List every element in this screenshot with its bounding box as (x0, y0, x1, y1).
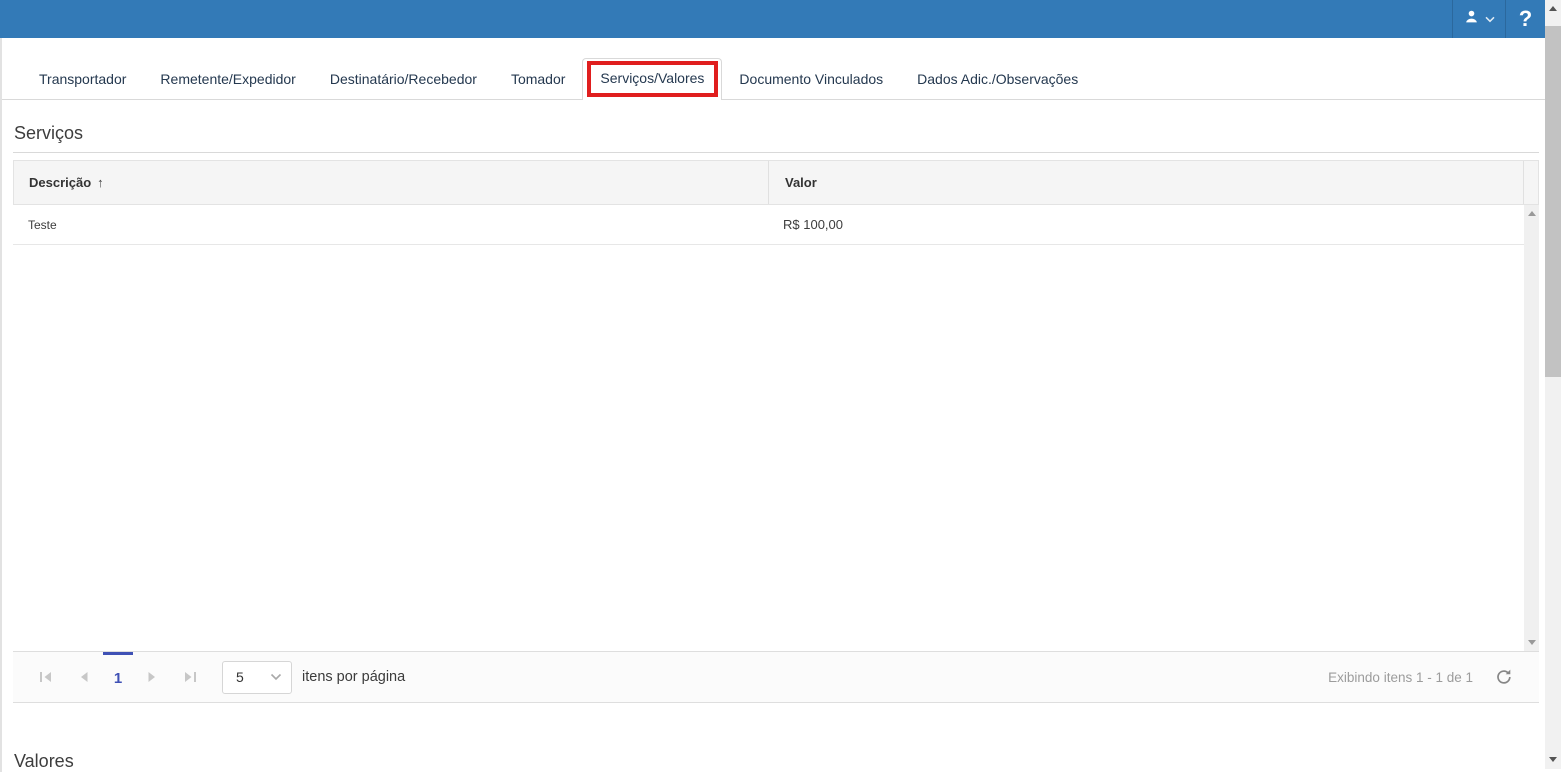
user-menu[interactable] (1452, 0, 1505, 38)
scroll-up-icon[interactable] (1528, 211, 1536, 216)
tab-remetente-expedidor[interactable]: Remetente/Expedidor (143, 60, 312, 99)
grid-header: Descrição ↑ Valor (13, 160, 1539, 205)
page-size-value: 5 (236, 669, 244, 685)
tab-destinatario-recebedor[interactable]: Destinatário/Recebedor (313, 60, 494, 99)
page-scrollbar[interactable] (1545, 0, 1561, 769)
next-page-button[interactable] (133, 652, 171, 702)
page-number-button[interactable]: 1 (103, 652, 133, 702)
refresh-icon (1495, 668, 1513, 686)
grid-body: Teste R$ 100,00 (13, 205, 1539, 651)
cell-valor: R$ 100,00 (767, 217, 1539, 232)
refresh-button[interactable] (1495, 668, 1513, 686)
servicos-section-title: Serviços (14, 123, 1539, 144)
sort-asc-icon: ↑ (97, 175, 104, 190)
tab-dados-adic-observacoes[interactable]: Dados Adic./Observações (900, 60, 1095, 99)
main-area: Transportador Remetente/Expedidor Destin… (0, 38, 1561, 772)
tab-servicos-valores-label: Serviços/Valores (600, 70, 704, 86)
page-size-select[interactable]: 5 (222, 661, 292, 694)
cell-descricao: Teste (13, 218, 767, 232)
first-page-icon (40, 672, 52, 682)
scrollbar-thumb[interactable] (1545, 26, 1561, 377)
pager-status: Exibindo itens 1 - 1 de 1 (1328, 670, 1473, 685)
scroll-down-icon[interactable] (1549, 757, 1557, 762)
tab-servicos-valores[interactable]: Serviços/Valores (582, 58, 722, 100)
prev-page-button[interactable] (65, 652, 103, 702)
next-page-icon (148, 672, 156, 682)
grid-vertical-scrollbar[interactable] (1524, 205, 1539, 651)
tab-content: Serviços Descrição ↑ Valor Teste R$ 100,… (2, 123, 1561, 772)
grid-pager: 1 5 itens por página (13, 651, 1539, 703)
tab-transportador[interactable]: Transportador (22, 60, 143, 99)
column-header-descricao[interactable]: Descrição ↑ (14, 161, 768, 204)
tab-documento-vinculados[interactable]: Documento Vinculados (722, 60, 900, 99)
section-divider (13, 152, 1539, 153)
chevron-down-icon (1485, 10, 1495, 28)
scroll-down-icon[interactable] (1528, 640, 1536, 645)
chevron-down-icon (270, 673, 282, 681)
help-button[interactable]: ? (1505, 0, 1545, 38)
first-page-button[interactable] (27, 652, 65, 702)
table-row[interactable]: Teste R$ 100,00 (13, 205, 1539, 245)
tab-tomador[interactable]: Tomador (494, 60, 582, 99)
items-per-page-label: itens por página (302, 669, 405, 685)
scroll-up-icon[interactable] (1549, 6, 1557, 11)
app-header: ? (0, 0, 1545, 38)
help-icon: ? (1519, 6, 1532, 32)
user-icon (1464, 9, 1479, 29)
servicos-grid: Descrição ↑ Valor Teste R$ 100,00 (13, 160, 1539, 703)
last-page-button[interactable] (171, 652, 209, 702)
prev-page-icon (80, 672, 88, 682)
header-scrollbar-pad (1523, 161, 1538, 204)
column-header-valor[interactable]: Valor (768, 161, 1523, 204)
last-page-icon (184, 672, 196, 682)
tabstrip: Transportador Remetente/Expedidor Destin… (2, 38, 1561, 100)
